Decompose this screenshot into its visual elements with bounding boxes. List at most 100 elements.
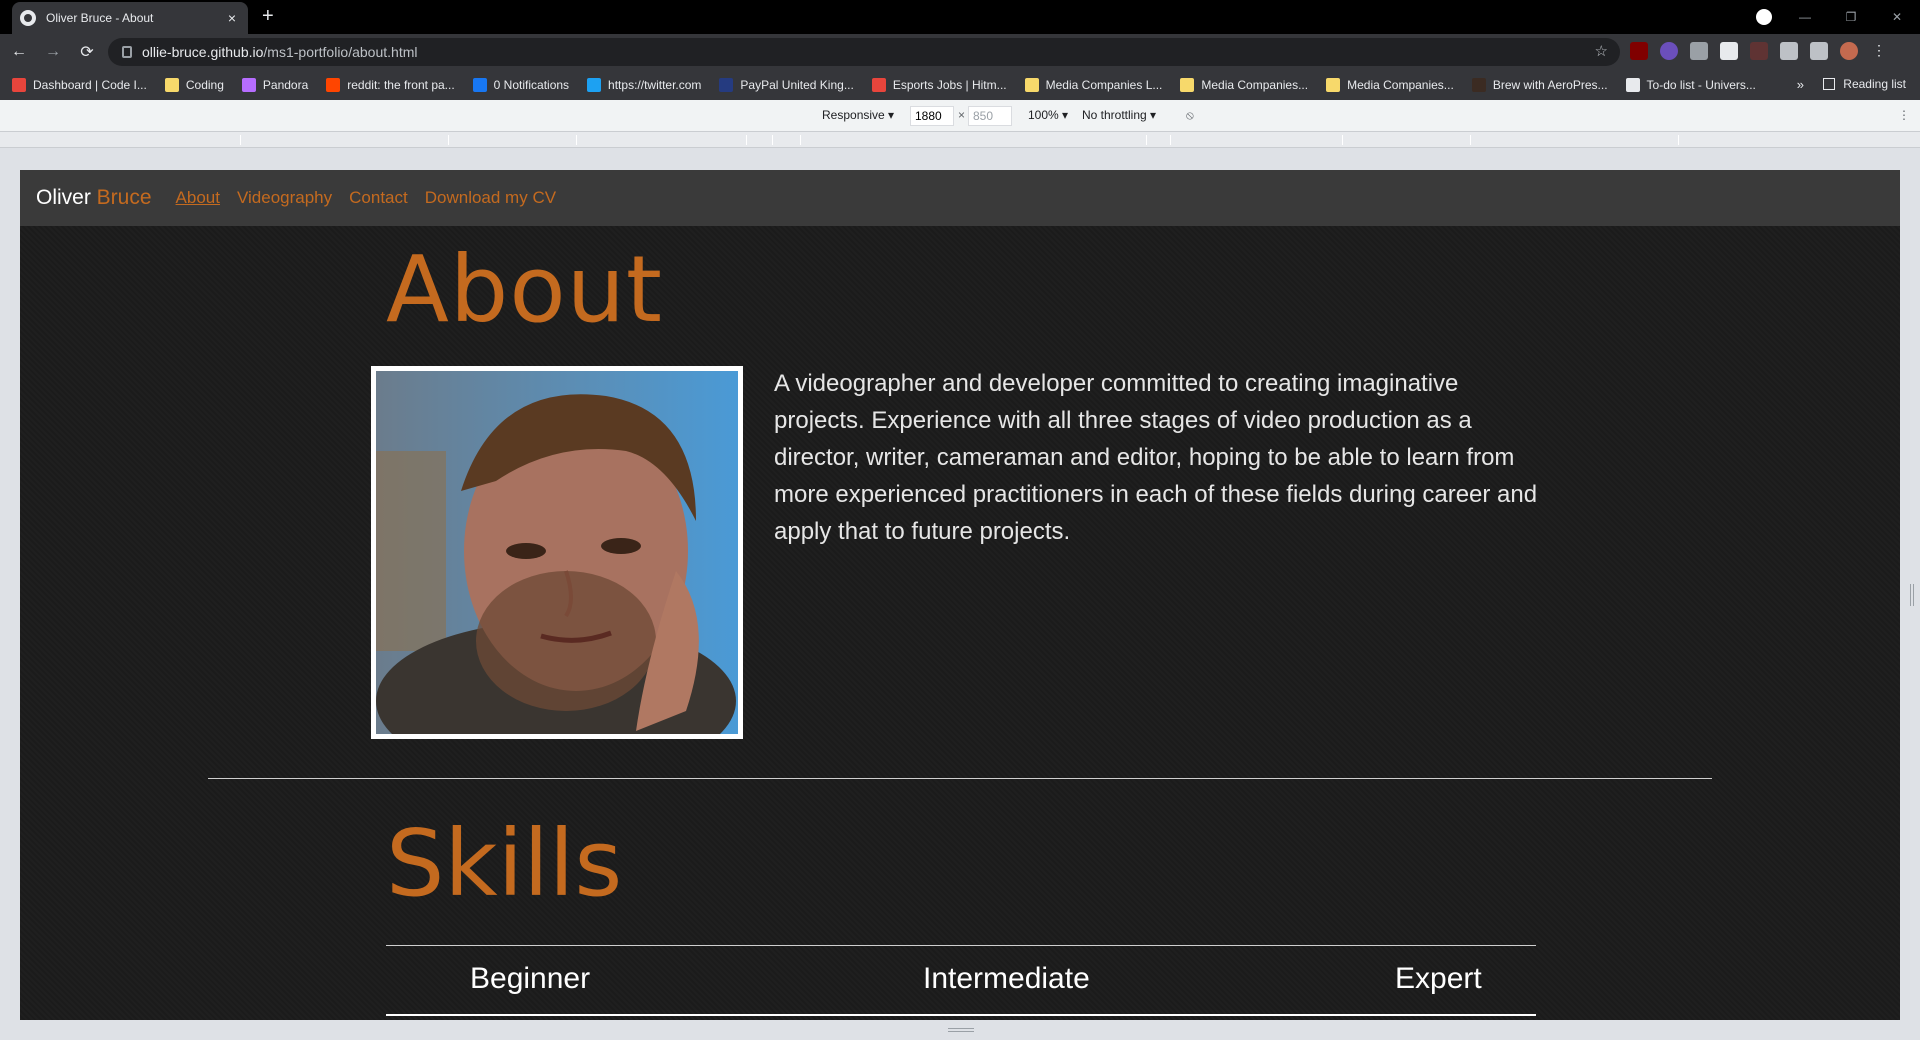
bookmark-item[interactable]: 0 Notifications — [472, 78, 570, 92]
skill-level-beginner: Beginner — [470, 962, 591, 995]
bookmark-item[interactable]: Coding — [164, 78, 224, 92]
bookmark-favicon-icon — [1024, 78, 1039, 92]
bookmark-favicon-icon — [1471, 78, 1486, 92]
bookmark-item[interactable]: Dashboard | Code I... — [12, 78, 147, 92]
close-window-button[interactable]: ✕ — [1874, 10, 1920, 24]
bookmark-item[interactable]: reddit: the front pa... — [326, 78, 455, 92]
device-more-icon[interactable]: ⋮ — [1898, 108, 1910, 122]
brand-first-name: Oliver — [36, 186, 91, 209]
skill-level-expert: Expert — [1395, 962, 1482, 995]
browser-toolbar: ← → ⟳ ollie-bruce.github.io/ms1-portfoli… — [0, 34, 1920, 70]
throttling-select[interactable]: No throttling ▾ — [1082, 108, 1156, 122]
reading-list-label: Reading list — [1843, 77, 1906, 91]
extensions-area: ⋮ — [1630, 42, 1888, 60]
forward-button[interactable]: → — [38, 37, 68, 67]
reading-list-button[interactable]: Reading list — [1823, 77, 1906, 91]
ublock-icon[interactable] — [1630, 42, 1648, 60]
nav-link-about[interactable]: About — [176, 188, 220, 208]
bookmark-favicon-icon — [164, 78, 179, 92]
address-bar[interactable]: ollie-bruce.github.io/ms1-portfolio/abou… — [108, 38, 1620, 66]
new-tab-button[interactable]: + — [262, 6, 274, 26]
nav-link-contact[interactable]: Contact — [349, 188, 408, 208]
bookmark-favicon-icon — [326, 78, 341, 92]
bookmark-item[interactable]: Brew with AeroPres... — [1471, 78, 1608, 92]
viewport-width-input[interactable] — [910, 106, 954, 126]
bookmarks-bar: Dashboard | Code I... Coding Pandora reddit… — [0, 70, 1920, 100]
url-path: /ms1-portfolio/about.html — [263, 44, 418, 60]
bookmark-item[interactable]: https://twitter.com — [587, 78, 701, 92]
bookmark-label: PayPal United King... — [740, 78, 854, 92]
skill-level-intermediate: Intermediate — [923, 962, 1090, 995]
reload-button[interactable]: ⟳ — [72, 37, 102, 67]
bio-text: A videographer and developer committed t… — [774, 370, 1538, 545]
url-host: ollie-bruce.github.io — [142, 44, 264, 60]
bookmark-favicon-icon — [1326, 78, 1341, 92]
brand-last-name: Bruce — [90, 186, 152, 209]
browser-tab[interactable]: Oliver Bruce - About × — [12, 2, 248, 34]
dimension-separator: × — [958, 108, 966, 122]
bookmark-favicon-icon — [1625, 78, 1640, 92]
bookmark-favicon-icon — [719, 78, 734, 92]
bookmark-label: Coding — [185, 78, 224, 92]
page-viewport: Oliver Bruce About Videography Contact D… — [20, 170, 1900, 1020]
nav-link-videography[interactable]: Videography — [237, 188, 332, 208]
device-select[interactable]: Responsive ▾ — [822, 108, 894, 122]
media-query-ruler[interactable] — [0, 132, 1920, 148]
skills-heading: Skills — [386, 810, 623, 917]
site-brand[interactable]: Oliver Bruce — [36, 186, 152, 210]
device-toolbar: Responsive ▾ × 100% ▾ No throttling ▾ ⦸ … — [0, 100, 1920, 132]
bookmark-label: reddit: the front pa... — [347, 78, 455, 92]
bookmark-item[interactable]: Pandora — [241, 78, 308, 92]
bookmark-item[interactable]: Esports Jobs | Hitm... — [871, 78, 1007, 92]
bookmark-label: Esports Jobs | Hitm... — [892, 78, 1007, 92]
bookmark-item[interactable]: Media Companies... — [1180, 78, 1308, 92]
minimize-button[interactable]: — — [1782, 10, 1828, 24]
bookmark-star-icon[interactable]: ☆ — [1595, 42, 1608, 60]
media-control-icon[interactable] — [1756, 9, 1772, 25]
reading-list-icon — [1823, 78, 1836, 90]
bookmark-item[interactable]: PayPal United King... — [719, 78, 854, 92]
bookmark-favicon-icon — [587, 78, 602, 92]
avatar[interactable] — [1840, 42, 1858, 60]
bookmark-favicon-icon — [472, 78, 487, 92]
about-heading: About — [386, 236, 664, 343]
bookmark-item[interactable]: To-do list - Univers... — [1625, 78, 1756, 92]
media-queue-icon[interactable] — [1810, 42, 1828, 60]
bookmark-label: Media Companies... — [1347, 78, 1454, 92]
close-tab-icon[interactable]: × — [224, 10, 240, 26]
bookmark-label: Media Companies... — [1201, 78, 1309, 92]
bookmark-label: To-do list - Univers... — [1646, 78, 1756, 92]
zoom-select[interactable]: 100% ▾ — [1028, 108, 1068, 122]
tab-title: Oliver Bruce - About — [46, 11, 154, 25]
bookmark-favicon-icon — [12, 78, 26, 92]
extension-k-icon[interactable] — [1690, 42, 1708, 60]
window-controls: — ❐ ✕ — [1782, 0, 1920, 34]
back-button[interactable]: ← — [4, 37, 34, 67]
puzzle-icon[interactable] — [1780, 42, 1798, 60]
bookmark-item[interactable]: Media Companies... — [1326, 78, 1454, 92]
tab-strip: Oliver Bruce - About × + — ❐ ✕ — [0, 0, 1920, 34]
restore-button[interactable]: ❐ — [1828, 10, 1874, 24]
viewport-height-input[interactable] — [968, 106, 1012, 126]
rotate-icon[interactable]: ⦸ — [1186, 108, 1194, 123]
nav-link-download-cv[interactable]: Download my CV — [425, 188, 556, 208]
lock-icon — [122, 46, 132, 58]
viewport-resize-handle-right[interactable] — [1910, 584, 1914, 606]
extension-badge-icon[interactable] — [1660, 42, 1678, 60]
skills-table-header: Beginner Intermediate Expert — [386, 945, 1536, 1016]
extension-square-icon[interactable] — [1720, 42, 1738, 60]
extension-record-icon[interactable] — [1750, 42, 1768, 60]
bookmarks-overflow-button[interactable]: » — [1797, 77, 1804, 92]
bookmark-label: Brew with AeroPres... — [1492, 78, 1608, 92]
bookmark-label: Media Companies L... — [1045, 78, 1163, 92]
bookmark-label: 0 Notifications — [493, 78, 570, 92]
bookmark-label: Dashboard | Code I... — [33, 78, 147, 92]
portrait-photo — [371, 366, 743, 739]
menu-kebab-icon[interactable]: ⋮ — [1870, 42, 1888, 60]
site-navbar: Oliver Bruce About Videography Contact D… — [20, 170, 1900, 226]
bookmark-label: https://twitter.com — [608, 78, 702, 92]
viewport-resize-handle-bottom[interactable] — [948, 1028, 974, 1032]
bookmark-favicon-icon — [1180, 78, 1195, 92]
bookmark-favicon-icon — [871, 78, 886, 92]
bookmark-item[interactable]: Media Companies L... — [1024, 78, 1163, 92]
